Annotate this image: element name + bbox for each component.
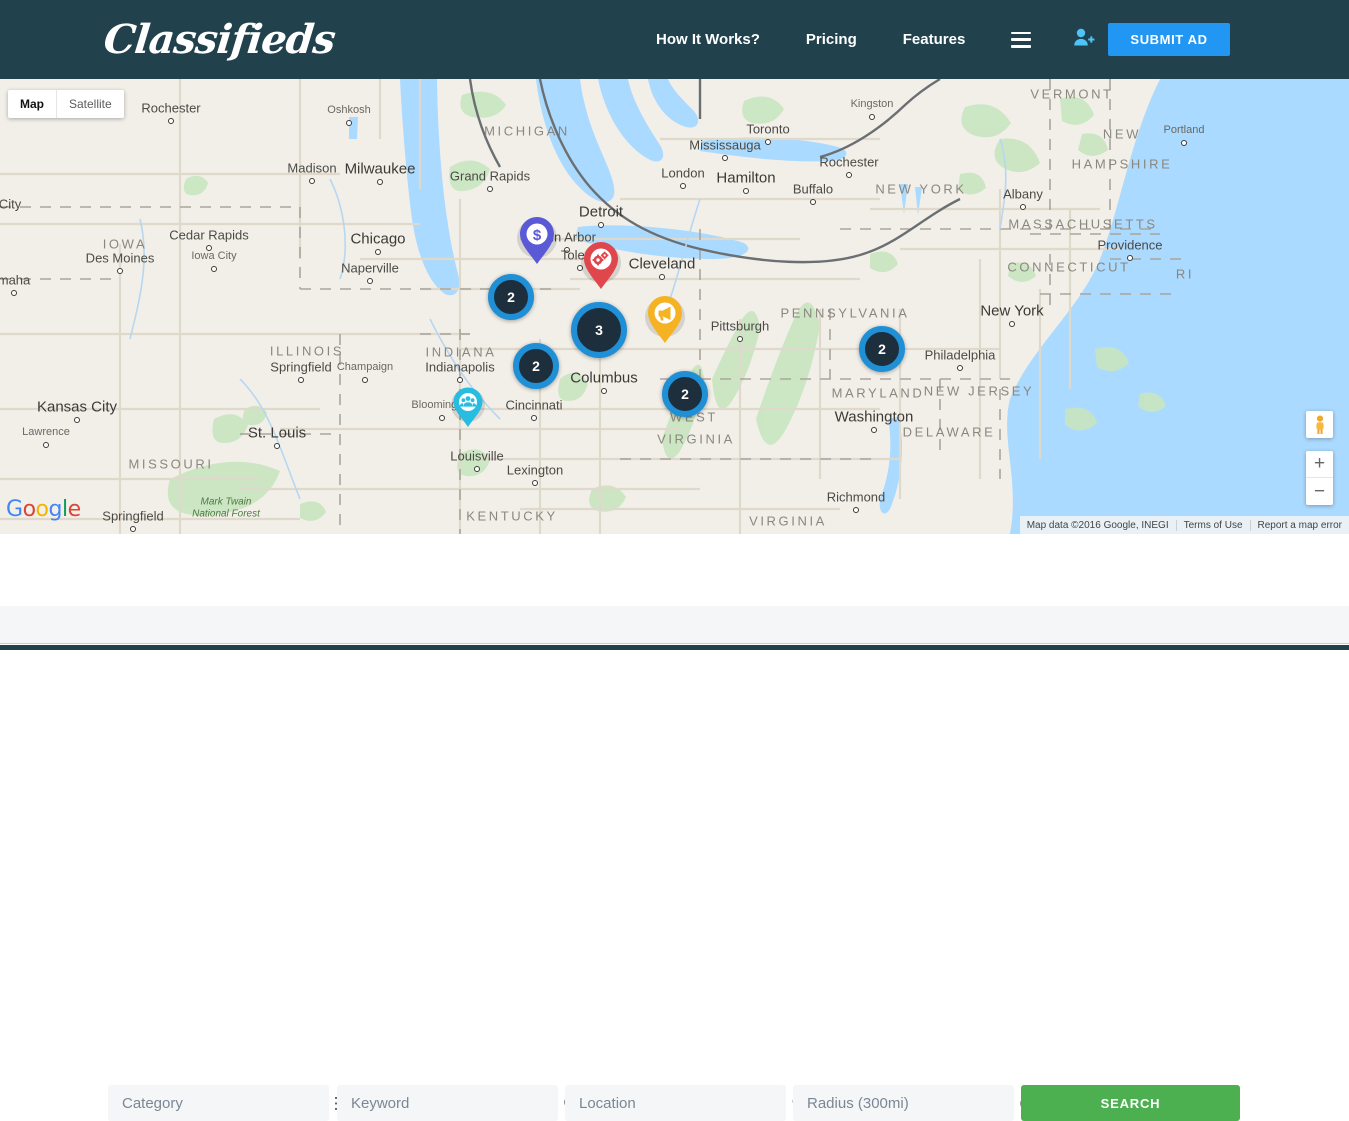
map-view[interactable]: Map Satellite Rochester Oshkosh MICHIGAN Ki… (0, 79, 1349, 534)
map-cluster-marker[interactable]: 2 (859, 326, 905, 372)
content-band (0, 606, 1349, 644)
map-city-dot (532, 480, 538, 486)
map-city-dot (810, 199, 816, 205)
map-city-dot (598, 222, 604, 228)
map-city-dot (309, 178, 315, 184)
map-city-dot (564, 247, 570, 253)
map-type-satellite[interactable]: Satellite (57, 90, 124, 118)
map-city-dot (457, 377, 463, 383)
map-city-dot (743, 188, 749, 194)
site-header: Classifieds How It Works? Pricing Featur… (0, 0, 1349, 79)
map-city-dot (737, 336, 743, 342)
map-city-dot (531, 415, 537, 421)
google-logo: Google (6, 497, 81, 522)
map-city-dot (377, 179, 383, 185)
map-city-dot (957, 365, 963, 371)
terms-of-use-link[interactable]: Terms of Use (1175, 519, 1250, 531)
keyword-field[interactable] (337, 1085, 579, 1121)
map-cluster-marker[interactable]: 2 (513, 343, 559, 389)
map-city-dot (1127, 255, 1133, 261)
map-city-dot (474, 466, 480, 472)
map-city-dot (680, 183, 686, 189)
location-field[interactable] (565, 1085, 803, 1121)
map-type-toggle[interactable]: Map Satellite (8, 90, 124, 118)
map-pin-cogs[interactable] (580, 239, 622, 293)
map-city-dot (346, 120, 352, 126)
site-logo[interactable]: Classifieds (102, 16, 337, 63)
map-city-dot (375, 249, 381, 255)
map-city-dot (211, 266, 217, 272)
map-zoom-controls[interactable]: + − (1306, 451, 1333, 505)
nav-pricing[interactable]: Pricing (806, 31, 857, 48)
map-pin-dollar-sign[interactable]: $ (516, 214, 558, 268)
map-city-dot (765, 139, 771, 145)
zoom-in-button[interactable]: + (1306, 451, 1333, 478)
search-button[interactable]: SEARCH (1021, 1085, 1240, 1121)
footer-strip (0, 645, 1349, 650)
map-city-dot (487, 186, 493, 192)
map-city-dot (74, 417, 80, 423)
submit-ad-button[interactable]: SUBMIT AD (1108, 23, 1230, 56)
map-cluster-marker[interactable]: 3 (571, 302, 627, 358)
map-city-dot (601, 388, 607, 394)
map-city-dot (168, 118, 174, 124)
map-city-dot (130, 526, 136, 532)
map-city-dot (846, 172, 852, 178)
map-city-dot (11, 290, 17, 296)
map-pin-group-users[interactable] (450, 385, 486, 431)
map-city-dot (362, 377, 368, 383)
zoom-out-button[interactable]: − (1306, 478, 1333, 505)
nav-how-it-works[interactable]: How It Works? (656, 31, 760, 48)
map-type-map[interactable]: Map (8, 90, 57, 118)
map-city-dot (274, 443, 280, 449)
radius-input[interactable] (793, 1094, 1020, 1112)
main-navigation: How It Works? Pricing Features (656, 0, 1131, 79)
user-add-icon[interactable] (1073, 27, 1095, 52)
map-city-dot (1020, 204, 1026, 210)
map-city-dot (659, 274, 665, 280)
nav-features[interactable]: Features (903, 31, 966, 48)
map-pin-megaphone[interactable] (644, 293, 686, 347)
map-city-dot (871, 427, 877, 433)
svg-text:$: $ (533, 227, 542, 244)
report-map-error-link[interactable]: Report a map error (1249, 519, 1349, 531)
map-city-dot (1181, 140, 1187, 146)
map-attribution: Map data ©2016 Google, INEGI Terms of Us… (1019, 516, 1349, 534)
category-input[interactable] (108, 1094, 335, 1112)
category-field[interactable] (108, 1085, 350, 1121)
search-bar: SEARCH (0, 534, 1349, 1121)
radius-field[interactable] (793, 1085, 1035, 1121)
map-city-dot (853, 507, 859, 513)
hamburger-menu-icon[interactable] (1011, 31, 1032, 48)
keyword-input[interactable] (337, 1094, 564, 1112)
map-city-dot (43, 442, 49, 448)
map-city-dot (1009, 321, 1015, 327)
map-data-credit: Map data ©2016 Google, INEGI (1026, 519, 1169, 531)
map-city-dot (722, 155, 728, 161)
map-cluster-marker[interactable]: 2 (662, 371, 708, 417)
map-city-dot (367, 278, 373, 284)
map-city-dot (117, 268, 123, 274)
map-cluster-marker[interactable]: 2 (488, 274, 534, 320)
street-view-pegman-icon[interactable] (1306, 411, 1333, 438)
map-city-dot (869, 114, 875, 120)
map-city-dot (439, 415, 445, 421)
map-city-dot (206, 245, 212, 251)
location-input[interactable] (565, 1094, 792, 1112)
map-city-dot (298, 377, 304, 383)
